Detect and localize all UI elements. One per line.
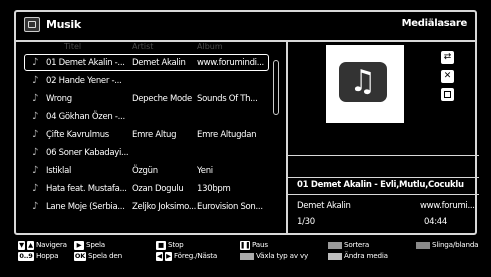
music-note-icon: ♫: [339, 62, 387, 102]
column-header-album: Album: [197, 42, 223, 51]
arrow-down-icon: ▼: [18, 240, 25, 250]
track-artist: Zeljko Joksimo...: [132, 202, 197, 212]
music-app-icon: [24, 17, 40, 32]
stop-icon[interactable]: [441, 88, 454, 101]
track-artist: Depeche Mode: [132, 94, 192, 104]
track-artist: Özgün: [132, 166, 158, 176]
now-playing-title: 01 Demet Akalin - Evli,Mutlu,Cocuklu: [297, 180, 464, 190]
media-browser-window: Musik Mediälasare Titel Artist Album ♪ 01…: [14, 10, 479, 235]
track-title: 02 Hande Yener -...: [46, 76, 122, 86]
music-note-icon: ♪: [32, 75, 39, 86]
legend-edit-media-label: Ändra media: [344, 251, 388, 260]
legend-sort: Sortera: [328, 240, 369, 249]
number-keys-icon: 0..9: [18, 251, 34, 261]
legend-jump: 0..9 Hoppa: [18, 251, 59, 261]
legend-switch-view-label: Växla typ av vy: [256, 251, 309, 260]
shuffle-icon[interactable]: ✕: [441, 70, 454, 83]
legend-stop: ■ Stop: [156, 240, 184, 250]
music-note-icon: ♪: [32, 129, 39, 140]
legend-edit-media: Ändra media: [328, 251, 388, 260]
music-note-icon: ♪: [32, 111, 39, 122]
page-title: Musik: [46, 18, 81, 31]
play-icon: ▶: [74, 240, 84, 250]
music-note-icon: ♪: [32, 183, 39, 194]
edit-media-key-icon: [328, 252, 342, 260]
legend-play-this-label: Spela den: [88, 251, 122, 260]
legend-switch-view: Växla typ av vy: [240, 251, 308, 260]
track-title: Çifte Kavrulmus: [46, 130, 109, 140]
music-note-icon: ♪: [32, 93, 39, 104]
next-icon: ▶: [165, 251, 172, 261]
legend-loop: Slinga/blanda: [416, 240, 479, 249]
track-album: Eurovision Son...: [197, 202, 263, 212]
track-title: 01 Demet Akalin -...: [46, 58, 125, 68]
column-headers: Titel Artist Album: [16, 42, 286, 54]
switch-view-key-icon: [240, 252, 254, 260]
title-bar: Musik Mediälasare: [16, 12, 475, 42]
arrow-up-icon: ▲: [27, 240, 34, 250]
legend-loop-label: Slinga/blanda: [432, 240, 479, 249]
track-row[interactable]: ♪ Hata feat. Mustafa... Ozan Dogulu 130bpm: [16, 181, 286, 199]
ok-key-icon: OK: [74, 251, 86, 261]
track-album: Sounds Of Th...: [197, 94, 258, 104]
track-row[interactable]: ♪ 04 Gökhan Özen -...: [16, 109, 286, 127]
legend-pause-label: Paus: [252, 240, 268, 249]
legend-navigate: ▼ ▲ Navigera: [18, 240, 67, 250]
loop-key-icon: [416, 241, 430, 249]
track-position: 1/30: [297, 217, 315, 227]
legend-sort-label: Sortera: [344, 240, 370, 249]
repeat-icon[interactable]: ⇄: [441, 51, 454, 64]
panel-divider: [286, 40, 288, 233]
legend-prev-next: ◀ ▶ Föreg./Nästa: [156, 251, 217, 261]
info-separator-bottom: [288, 194, 479, 195]
track-artist: Demet Akalin: [132, 58, 186, 68]
track-title: Wrong: [46, 94, 72, 104]
info-separator-mid: [288, 177, 479, 178]
track-row[interactable]: ♪ 02 Hande Yener -...: [16, 73, 286, 91]
legend-jump-label: Hoppa: [36, 251, 59, 260]
track-row[interactable]: ♪ Istiklal Özgün Yeni: [16, 163, 286, 181]
legend-play-label: Spela: [86, 240, 105, 249]
track-title: Hata feat. Mustafa...: [46, 184, 127, 194]
track-row[interactable]: ♪ 01 Demet Akalin -... Demet Akalin www.for…: [16, 54, 286, 73]
legend-pause: ❚❚ Paus: [240, 240, 268, 250]
track-album: www.forumindi...: [197, 58, 264, 68]
previous-icon: ◀: [156, 251, 163, 261]
music-note-icon: ♪: [32, 165, 39, 176]
track-title: Lane Moje (Serbia...: [46, 202, 125, 212]
stop-key-icon: ■: [156, 240, 166, 250]
pause-icon: ❚❚: [240, 240, 251, 250]
music-note-icon: ♪: [32, 147, 39, 158]
track-row[interactable]: ♪ Çifte Kavrulmus Emre Altug Emre Altugdan: [16, 127, 286, 145]
legend-play-this: OK Spela den: [74, 251, 122, 261]
track-album: Yeni: [197, 166, 213, 176]
music-note-icon: ♪: [32, 57, 39, 68]
music-note-icon: ♪: [32, 201, 39, 212]
column-header-title: Titel: [64, 42, 82, 51]
track-title: 06 Soner Kabadayi...: [46, 148, 129, 158]
track-row[interactable]: ♪ 06 Soner Kabadayi...: [16, 145, 286, 163]
legend-stop-label: Stop: [168, 240, 184, 249]
now-playing-artist: Demet Akalin: [297, 201, 351, 211]
footer-legend: ▼ ▲ Navigera 0..9 Hoppa ▶ Spela OK Spela den …: [18, 240, 488, 276]
track-row[interactable]: ♪ Wrong Depeche Mode Sounds Of Th...: [16, 91, 286, 109]
track-artist: Ozan Dogulu: [132, 184, 184, 194]
now-playing-album: www.forumi...: [420, 201, 475, 211]
mode-label: Mediälasare: [401, 18, 468, 29]
info-separator-top: [288, 155, 479, 156]
legend-play: ▶ Spela: [74, 240, 105, 250]
track-list: ♪ 01 Demet Akalin -... Demet Akalin www.for…: [16, 54, 286, 217]
track-row[interactable]: ♪ Lane Moje (Serbia... Zeljko Joksimo... Eu…: [16, 199, 286, 217]
legend-prev-next-label: Föreg./Nästa: [174, 251, 218, 260]
track-duration: 04:44: [424, 217, 447, 227]
column-header-artist: Artist: [132, 42, 154, 51]
legend-navigate-label: Navigera: [36, 240, 67, 249]
track-artist: Emre Altug: [132, 130, 177, 140]
track-title: Istiklal: [46, 166, 72, 176]
track-title: 04 Gökhan Özen -...: [46, 112, 125, 122]
track-album: 130bpm: [197, 184, 231, 194]
track-album: Emre Altugdan: [197, 130, 257, 140]
track-list-scrollbar[interactable]: [273, 60, 279, 115]
sort-key-icon: [328, 241, 342, 249]
